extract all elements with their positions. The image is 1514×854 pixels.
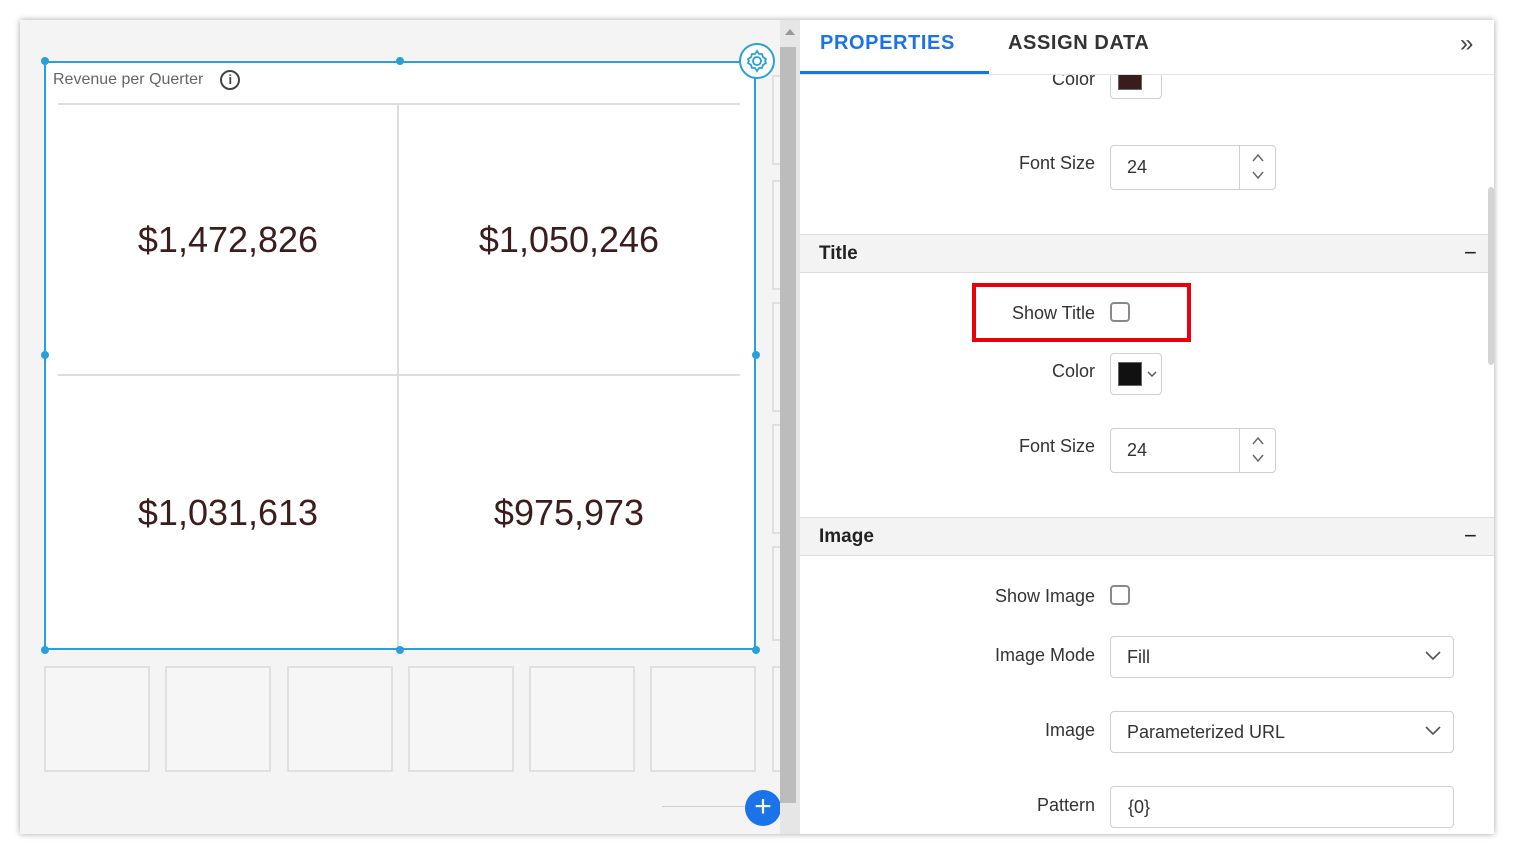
stepper-buttons (1239, 146, 1276, 189)
chevron-down-icon[interactable] (1251, 451, 1265, 465)
resize-handle-bottom-left[interactable] (41, 646, 49, 654)
color-label: Color (1051, 361, 1095, 381)
section-title: Title (819, 243, 858, 264)
empty-slot[interactable] (772, 302, 780, 412)
resize-handle-top[interactable] (396, 57, 404, 65)
value-cell: $1,031,613 (137, 492, 319, 533)
panel-tabs: PROPERTIES ASSIGN DATA » (800, 20, 1494, 75)
empty-slot[interactable] (165, 666, 271, 772)
empty-slot[interactable] (287, 666, 393, 772)
empty-slot[interactable] (772, 75, 780, 165)
color-swatch (1118, 75, 1142, 90)
pattern-value: {0} (1128, 797, 1151, 817)
empty-slot[interactable] (772, 546, 780, 641)
font-size-label: Font Size (1018, 436, 1095, 456)
highlight-annotation (972, 283, 1191, 342)
title-font-size-stepper[interactable]: 24 (1110, 428, 1276, 473)
value-cell: $975,973 (493, 492, 645, 533)
tab-properties[interactable]: PROPERTIES (820, 32, 955, 55)
card-widget[interactable]: Revenue per Querter i $1,472,826 $1,050,… (44, 61, 756, 650)
image-mode-dropdown[interactable]: Fill (1110, 636, 1454, 678)
empty-slot[interactable] (529, 666, 635, 772)
pattern-input[interactable]: {0} (1110, 786, 1454, 828)
chevron-down-icon (1147, 371, 1157, 377)
design-canvas: Revenue per Querter i $1,472,826 $1,050,… (20, 20, 781, 834)
active-tab-indicator (800, 71, 989, 74)
widget-settings-button[interactable] (739, 43, 775, 79)
resize-handle-left[interactable] (41, 351, 49, 359)
stepper-buttons (1239, 429, 1276, 472)
color-label: Color (1051, 75, 1095, 89)
color-picker[interactable] (1110, 75, 1162, 99)
image-mode-label: Image Mode (994, 645, 1095, 665)
panel-scrollbar-thumb[interactable] (1488, 187, 1494, 365)
add-divider (662, 806, 750, 807)
properties-panel: PROPERTIES ASSIGN DATA » Color Font Size… (800, 20, 1494, 834)
canvas-scrollbar[interactable] (780, 20, 800, 834)
plus-icon: + (754, 790, 772, 823)
image-source-dropdown[interactable]: Parameterized URL (1110, 711, 1454, 753)
empty-slot[interactable] (408, 666, 514, 772)
collapse-section-icon[interactable]: − (1464, 523, 1477, 549)
gear-icon (746, 49, 768, 73)
scrollbar-thumb[interactable] (780, 47, 796, 803)
resize-handle-top-left[interactable] (41, 57, 49, 65)
widget-title: Revenue per Querter i (53, 70, 241, 90)
tab-assign-data[interactable]: ASSIGN DATA (1008, 32, 1149, 55)
image-mode-value: Fill (1127, 647, 1150, 667)
empty-slot[interactable] (772, 180, 780, 290)
resize-handle-bottom-right[interactable] (752, 646, 760, 654)
image-section-header[interactable]: Image − (800, 517, 1494, 556)
collapse-section-icon[interactable]: − (1464, 240, 1477, 266)
value-cell: $1,050,246 (478, 219, 660, 260)
color-swatch (1118, 362, 1142, 386)
chevron-down-icon (1425, 651, 1441, 661)
font-size-value: 24 (1127, 440, 1148, 460)
value-cell: $1,472,826 (137, 219, 319, 260)
chevron-up-icon[interactable] (1251, 151, 1265, 165)
chevron-down-icon (1425, 726, 1441, 736)
image-label: Image (1044, 720, 1095, 740)
title-section-header[interactable]: Title − (800, 234, 1494, 273)
empty-slot[interactable] (44, 666, 150, 772)
value-grid: $1,472,826 $1,050,246 $1,031,613 $975,97… (58, 105, 740, 650)
chevron-up-icon[interactable] (1251, 434, 1265, 448)
font-size-label: Font Size (1018, 153, 1095, 173)
scroll-up-arrow-icon[interactable] (785, 29, 795, 35)
collapse-panel-icon[interactable]: » (1460, 30, 1473, 58)
empty-slot[interactable] (772, 666, 780, 772)
chevron-down-icon[interactable] (1251, 168, 1265, 182)
empty-slot[interactable] (650, 666, 756, 772)
app-window: Revenue per Querter i $1,472,826 $1,050,… (20, 20, 1494, 834)
add-widget-button[interactable]: + (745, 790, 781, 826)
resize-handle-right[interactable] (752, 351, 760, 359)
empty-slot[interactable] (772, 424, 780, 534)
title-color-picker[interactable] (1110, 353, 1162, 395)
font-size-value: 24 (1127, 157, 1148, 177)
show-image-checkbox[interactable] (1110, 585, 1130, 605)
pattern-label: Pattern (1036, 795, 1095, 815)
font-size-stepper[interactable]: 24 (1110, 145, 1276, 190)
section-title: Image (819, 526, 874, 547)
show-image-label: Show Image (994, 586, 1095, 606)
widget-title-text: Revenue per Querter (53, 71, 204, 88)
resize-handle-bottom[interactable] (396, 646, 404, 654)
properties-content: Color Font Size 24 Title − Show Title Co… (800, 75, 1494, 834)
info-icon[interactable]: i (220, 70, 241, 90)
image-source-value: Parameterized URL (1127, 722, 1286, 742)
